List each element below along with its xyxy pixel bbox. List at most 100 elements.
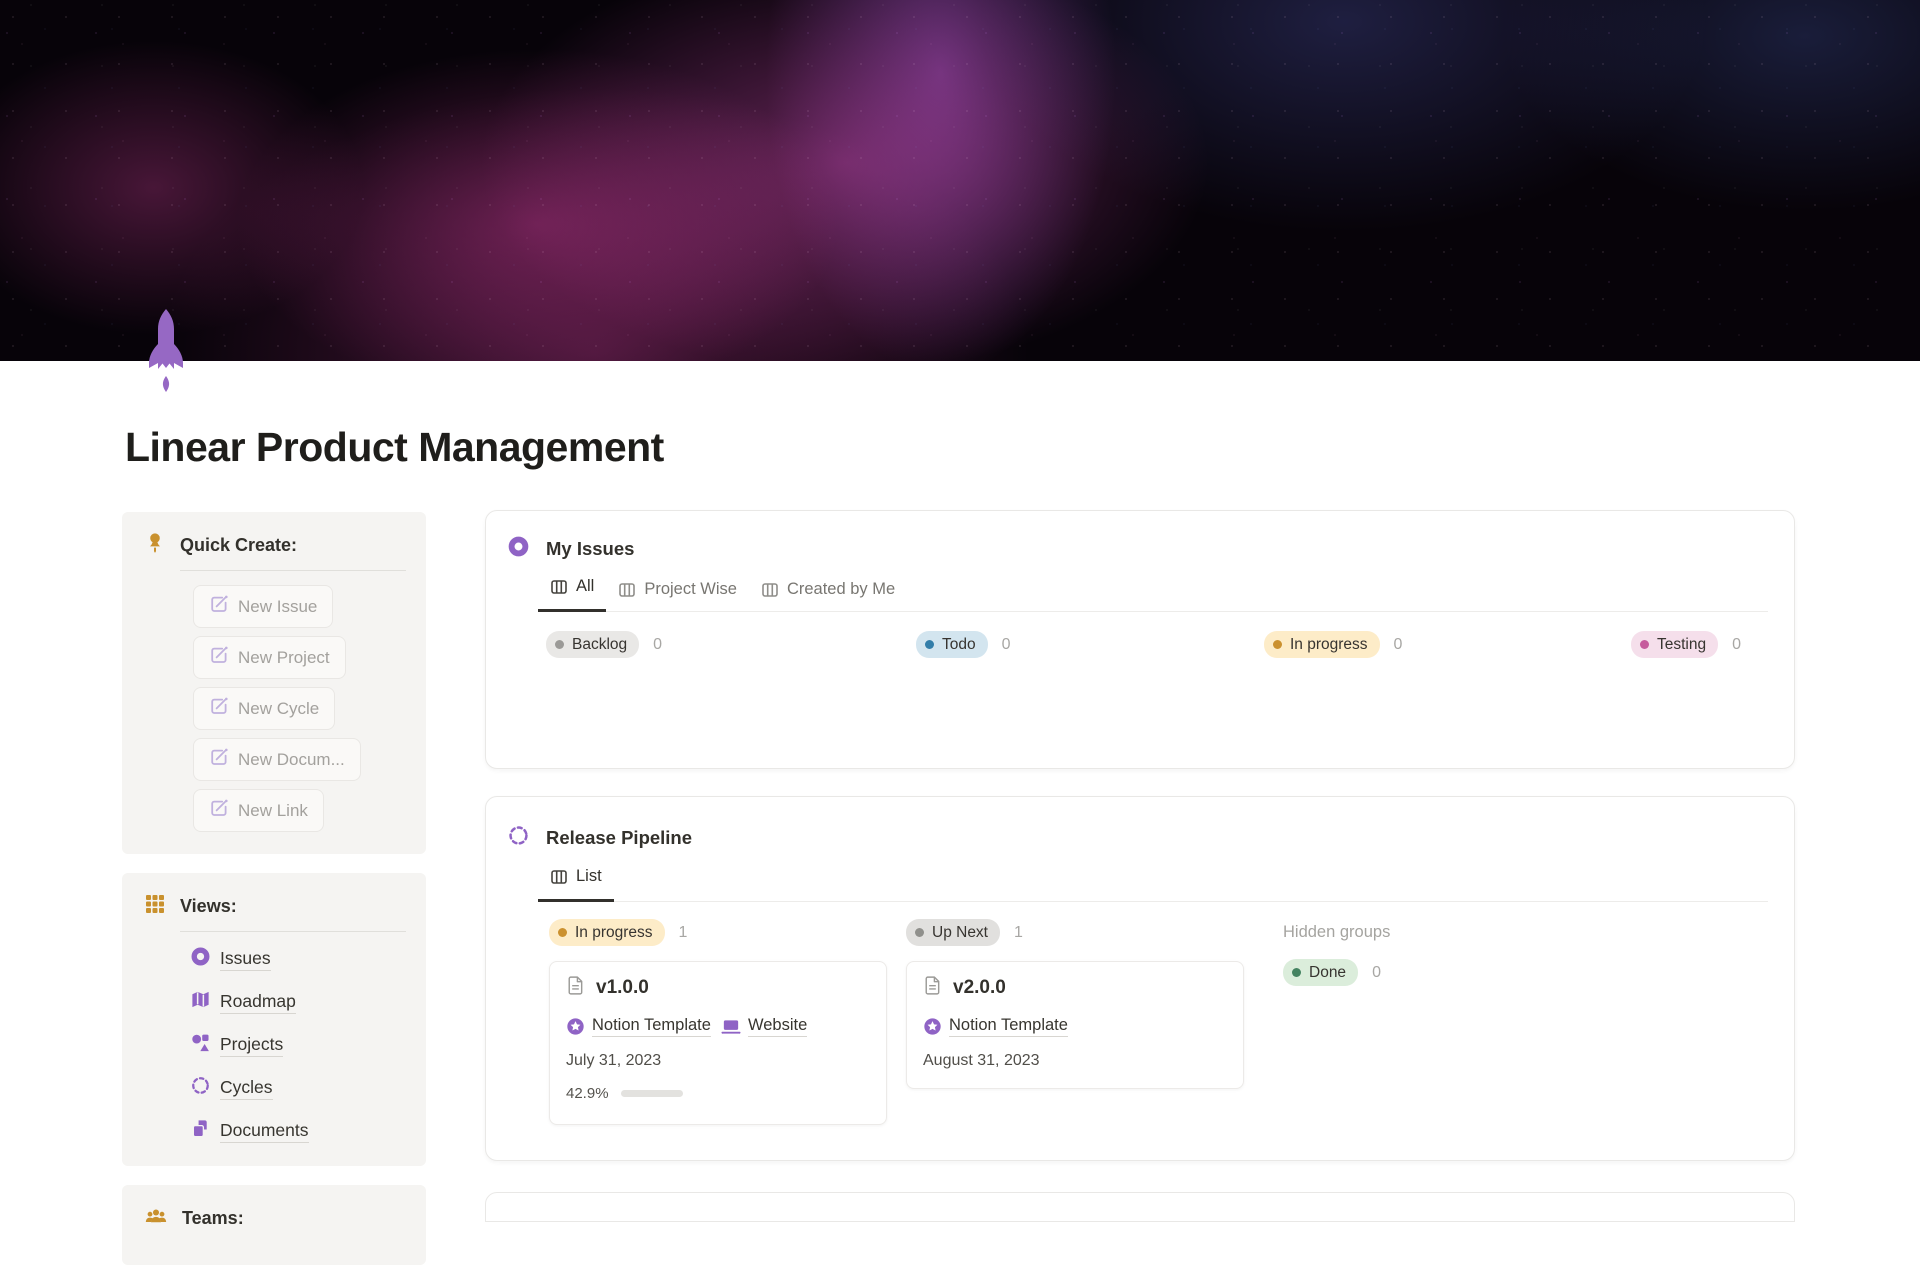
view-link-label: Roadmap (220, 991, 296, 1014)
status-dot (925, 640, 934, 649)
view-link-label: Projects (220, 1034, 284, 1057)
group-count: 1 (1014, 923, 1023, 941)
new-cycle-button[interactable]: New Cycle (193, 687, 336, 730)
views-section: Views: Issues Roadmap Projects Cycles Do… (122, 873, 426, 1166)
grid-icon (144, 893, 166, 920)
group-in-progress[interactable]: In progress 0 (1264, 631, 1402, 658)
new-document-button[interactable]: New Docum... (193, 738, 361, 781)
board-view-icon (618, 581, 636, 599)
view-link-documents[interactable]: Documents (190, 1118, 309, 1144)
quick-create-title: Quick Create: (180, 535, 298, 555)
group-backlog[interactable]: Backlog 0 (546, 631, 662, 658)
new-issue-button[interactable]: New Issue (193, 585, 334, 628)
shapes-icon (190, 1032, 211, 1058)
column-header[interactable]: In progress 1 (549, 919, 887, 946)
status-pill-up-next[interactable]: Up Next (906, 919, 1000, 946)
divider (180, 931, 406, 932)
group-todo[interactable]: Todo 0 (916, 631, 1011, 658)
quick-create-section: Quick Create: New Issue New Project New … (122, 512, 426, 854)
page-icon-rocket[interactable] (140, 308, 192, 404)
rocket-base (158, 355, 174, 369)
button-label: New Issue (238, 596, 318, 616)
board-view-icon (550, 578, 568, 596)
notion-template-link[interactable]: Notion Template (923, 1016, 1068, 1037)
status-dot (555, 640, 564, 649)
page-doc-icon (923, 975, 942, 1001)
column-header-done[interactable]: Done 0 (1283, 959, 1390, 986)
tab-label: Created by Me (786, 580, 896, 598)
group-count: 0 (1001, 635, 1011, 653)
view-link-label: Documents (220, 1120, 309, 1143)
group-testing[interactable]: Testing 0 (1631, 631, 1741, 658)
view-link-projects[interactable]: Projects (190, 1032, 284, 1058)
pushpin-icon (144, 532, 166, 559)
map-icon (190, 989, 211, 1015)
column-in-progress: In progress 1 v1.0.0 Notion Template Web… (549, 919, 887, 1125)
group-count: 1 (678, 923, 688, 941)
pages-icon (190, 1118, 211, 1144)
link-label: Website (747, 1016, 808, 1037)
release-title[interactable]: v1.0.0 (596, 977, 649, 999)
group-count: 0 (1372, 963, 1381, 981)
new-project-button[interactable]: New Project (193, 636, 346, 679)
people-icon (144, 1205, 168, 1232)
star-circle-icon (923, 1017, 942, 1036)
link-label: Notion Template (592, 1016, 711, 1037)
dashed-circle-icon (190, 1075, 211, 1101)
pill-label: Done (1309, 963, 1347, 981)
board-view-icon (550, 868, 568, 886)
divider (180, 570, 406, 571)
rocket-flame (162, 376, 170, 392)
pill-label: In progress (1290, 635, 1368, 653)
status-dot (558, 928, 567, 937)
tab-created-by-me[interactable]: Created by Me (749, 574, 907, 612)
pill-label: Testing (1657, 635, 1707, 653)
star-circle-icon (566, 1017, 585, 1036)
board-view-icon (761, 581, 779, 599)
status-pill-backlog[interactable]: Backlog (546, 631, 640, 658)
donut-icon (507, 535, 530, 563)
teams-section: Teams: (122, 1185, 426, 1265)
group-count: 0 (1393, 635, 1403, 653)
status-dot (915, 928, 924, 937)
column-header[interactable]: Up Next 1 (906, 919, 1244, 946)
page-doc-icon (566, 975, 585, 1001)
compose-icon (209, 645, 229, 670)
release-title[interactable]: v2.0.0 (953, 977, 1006, 999)
view-link-label: Issues (220, 948, 271, 971)
compose-icon (209, 696, 229, 721)
card-title: Release Pipeline (546, 827, 693, 848)
tab-all[interactable]: All (538, 571, 607, 612)
button-label: New Project (238, 647, 330, 667)
view-link-label: Cycles (220, 1077, 273, 1100)
group-count: 0 (1732, 635, 1742, 653)
status-pill-todo[interactable]: Todo (916, 631, 988, 658)
progress-bar (620, 1090, 683, 1097)
status-pill-done[interactable]: Done (1283, 959, 1359, 986)
status-pill-in-progress[interactable]: In progress (1264, 631, 1380, 658)
view-link-issues[interactable]: Issues (190, 946, 271, 972)
release-card-v1[interactable]: v1.0.0 Notion Template Website July 31, … (549, 961, 887, 1125)
tab-project-wise[interactable]: Project Wise (606, 574, 749, 612)
tab-label: All (576, 577, 595, 595)
compose-icon (209, 798, 229, 823)
status-pill-testing[interactable]: Testing (1631, 631, 1719, 658)
teams-title: Teams: (182, 1208, 244, 1228)
button-label: New Docum... (238, 749, 345, 769)
view-link-roadmap[interactable]: Roadmap (190, 989, 296, 1015)
tab-label: Project Wise (644, 580, 737, 598)
sidebar: Quick Create: New Issue New Project New … (122, 512, 426, 1265)
website-link[interactable]: Website (721, 1016, 808, 1037)
notion-template-link[interactable]: Notion Template (566, 1016, 711, 1037)
views-title: Views: (180, 896, 237, 916)
page-title: Linear Product Management (125, 424, 664, 470)
tab-list[interactable]: List (538, 861, 614, 902)
link-label: Notion Template (949, 1016, 1068, 1037)
button-label: New Cycle (238, 698, 320, 718)
cover-image (0, 0, 1920, 361)
view-link-cycles[interactable]: Cycles (190, 1075, 273, 1101)
status-pill-in-progress[interactable]: In progress (549, 919, 665, 946)
release-card-v2[interactable]: v2.0.0 Notion Template August 31, 2023 (906, 961, 1244, 1089)
new-link-button[interactable]: New Link (193, 789, 324, 832)
release-date: August 31, 2023 (923, 1052, 1040, 1069)
